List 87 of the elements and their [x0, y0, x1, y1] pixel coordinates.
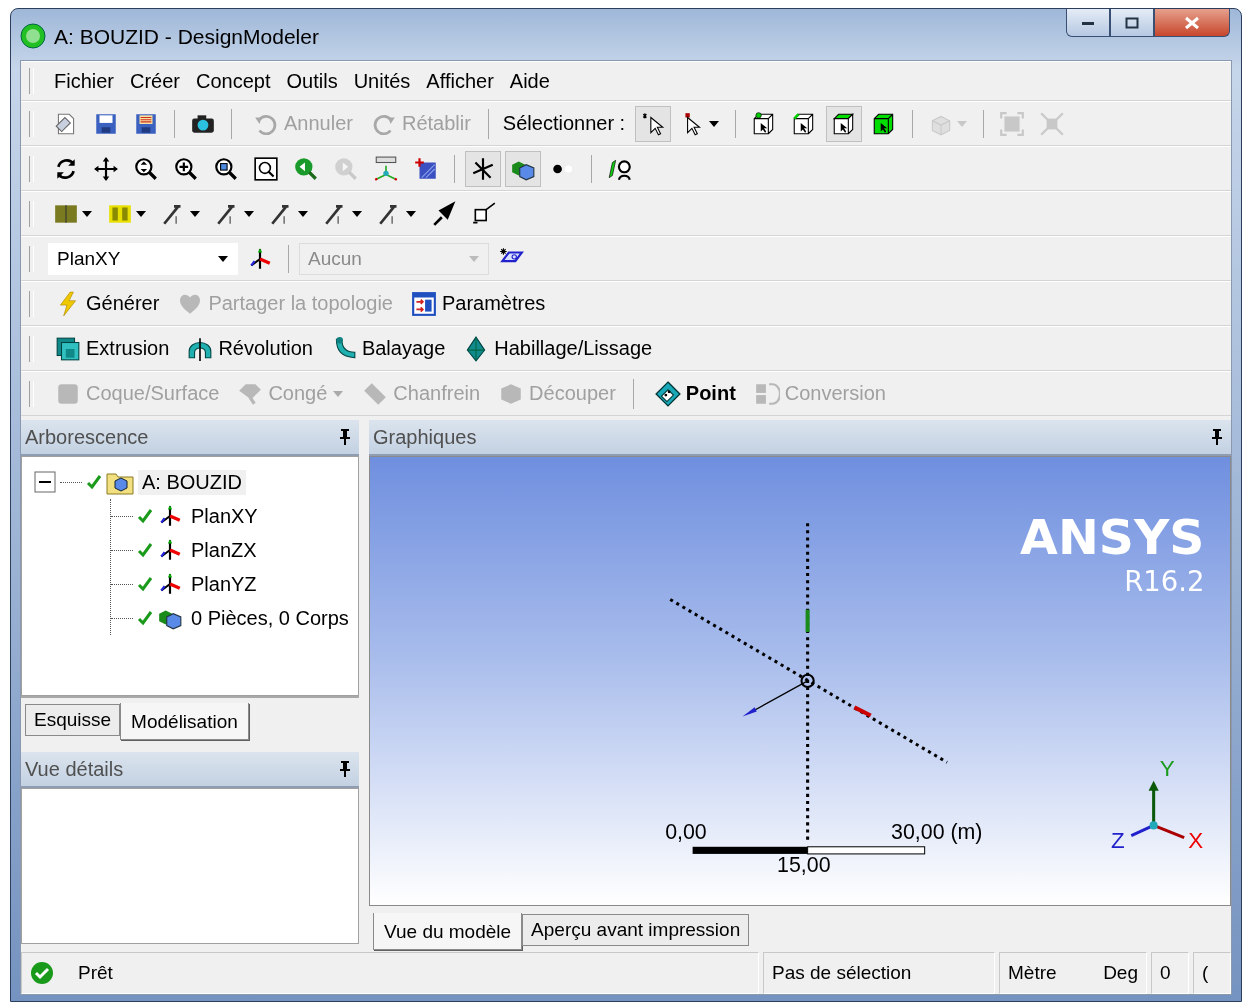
window-title: A: BOUZID - DesignModeler	[54, 24, 319, 50]
toolbar-button[interactable]: Paramètres	[403, 285, 553, 322]
unit-status: Mètre	[1008, 962, 1057, 984]
frame-icon	[1039, 110, 1066, 137]
pan-icon	[93, 155, 119, 182]
panel-title: Graphiques	[373, 425, 477, 449]
close-icon	[1184, 15, 1200, 30]
tab[interactable]: Esquisse	[25, 704, 121, 737]
version-text: R16.2	[1124, 566, 1205, 598]
tree-item[interactable]: PlanZX	[187, 537, 261, 563]
ready-icon	[30, 961, 54, 985]
pointer-icon	[640, 110, 667, 137]
scale-label: 15,00	[777, 853, 831, 878]
selection-status: Pas de sélection	[772, 962, 912, 984]
toolbar-button[interactable]: Point	[647, 375, 743, 412]
app-icon	[20, 23, 46, 49]
status-field: (	[1202, 962, 1209, 984]
minimize-button[interactable]	[1066, 9, 1110, 37]
tab[interactable]: Modélisation	[120, 703, 249, 741]
logo-text: ANSYS	[1020, 508, 1205, 566]
axis-label: Y	[1159, 755, 1175, 781]
zoom-in-icon	[173, 155, 199, 182]
tree-item[interactable]: PlanYZ	[187, 571, 261, 597]
check-icon	[137, 610, 153, 627]
menu-item[interactable]: Aide	[503, 67, 556, 95]
frame-icon	[999, 110, 1026, 137]
maximize-button[interactable]	[1110, 9, 1154, 37]
menu-item[interactable]: Créer	[124, 67, 187, 95]
caret-icon	[217, 254, 229, 263]
caret-icon	[351, 209, 363, 218]
zoom-icon	[333, 155, 359, 182]
caret-icon	[468, 254, 480, 263]
menu-item[interactable]: Fichier	[48, 67, 120, 95]
tree-item[interactable]: A: BOUZID	[138, 469, 246, 495]
maximize-icon	[1125, 16, 1139, 29]
scale-label: 30,00 (m)	[891, 819, 983, 844]
collapse-icon[interactable]	[34, 471, 56, 494]
toolbar-button[interactable]: Générer	[48, 285, 167, 322]
graphics-viewport[interactable]: ANSYS R16.2 0,00 30,00 (m) 15,00 Y Z X	[369, 456, 1231, 906]
zoom-icon	[293, 155, 319, 182]
menu-item[interactable]: Unités	[347, 67, 417, 95]
axes-icon	[470, 155, 496, 182]
toolbar-button[interactable]	[465, 150, 501, 187]
tree-item[interactable]: 0 Pièces, 0 Corps	[187, 605, 353, 631]
zoom-icon	[133, 155, 159, 182]
check-icon	[137, 576, 153, 593]
angle-status: Deg	[1103, 962, 1138, 984]
scale-label: 0,00	[665, 819, 707, 844]
tab[interactable]: Vue du modèle	[373, 913, 523, 950]
toolbar-button[interactable]	[635, 105, 672, 142]
menu-item[interactable]: Concept	[190, 67, 277, 95]
check-icon	[137, 508, 153, 525]
caret-icon	[81, 209, 93, 218]
caret-icon	[243, 209, 255, 218]
toolbar-button[interactable]	[826, 105, 863, 142]
zoom-icon	[213, 155, 239, 182]
caret-icon	[297, 209, 309, 218]
axis-label: Z	[1110, 828, 1125, 853]
axis-triad-drawing	[1130, 780, 1185, 840]
toolbar-button[interactable]: Balayage	[323, 330, 453, 367]
caret-icon	[405, 209, 417, 218]
axis-label: X	[1188, 828, 1204, 853]
caret-icon	[956, 119, 969, 128]
toolbar-button[interactable]: Révolution	[180, 330, 320, 367]
caret-icon	[189, 209, 201, 218]
check-icon	[137, 542, 153, 559]
status-text: Prêt	[78, 962, 113, 984]
menu-item[interactable]: Afficher	[420, 67, 500, 95]
caret-icon	[708, 119, 721, 128]
toolbar-button[interactable]: Habillage/Lissage	[456, 330, 660, 367]
caret-icon	[135, 209, 147, 218]
close-button[interactable]	[1154, 9, 1230, 37]
tab[interactable]: Aperçu avant impression	[522, 914, 750, 946]
panel-title: Arborescence	[25, 425, 149, 449]
plane-icon	[413, 155, 439, 182]
zoom-box-icon	[253, 155, 279, 182]
toolbar-button[interactable]: Extrusion	[48, 330, 177, 367]
toolbar-button[interactable]	[505, 150, 541, 187]
caret-icon	[332, 389, 345, 398]
status-field: 0	[1160, 962, 1171, 984]
axes-icon	[373, 155, 399, 182]
toolbar-label: Sélectionner :	[502, 112, 626, 136]
panel-title: Vue détails	[25, 757, 124, 781]
menu-item[interactable]: Outils	[280, 67, 344, 95]
dropdown-field[interactable]: PlanXY	[48, 242, 238, 275]
tree-item[interactable]: PlanXY	[187, 503, 262, 529]
check-icon	[86, 474, 102, 491]
